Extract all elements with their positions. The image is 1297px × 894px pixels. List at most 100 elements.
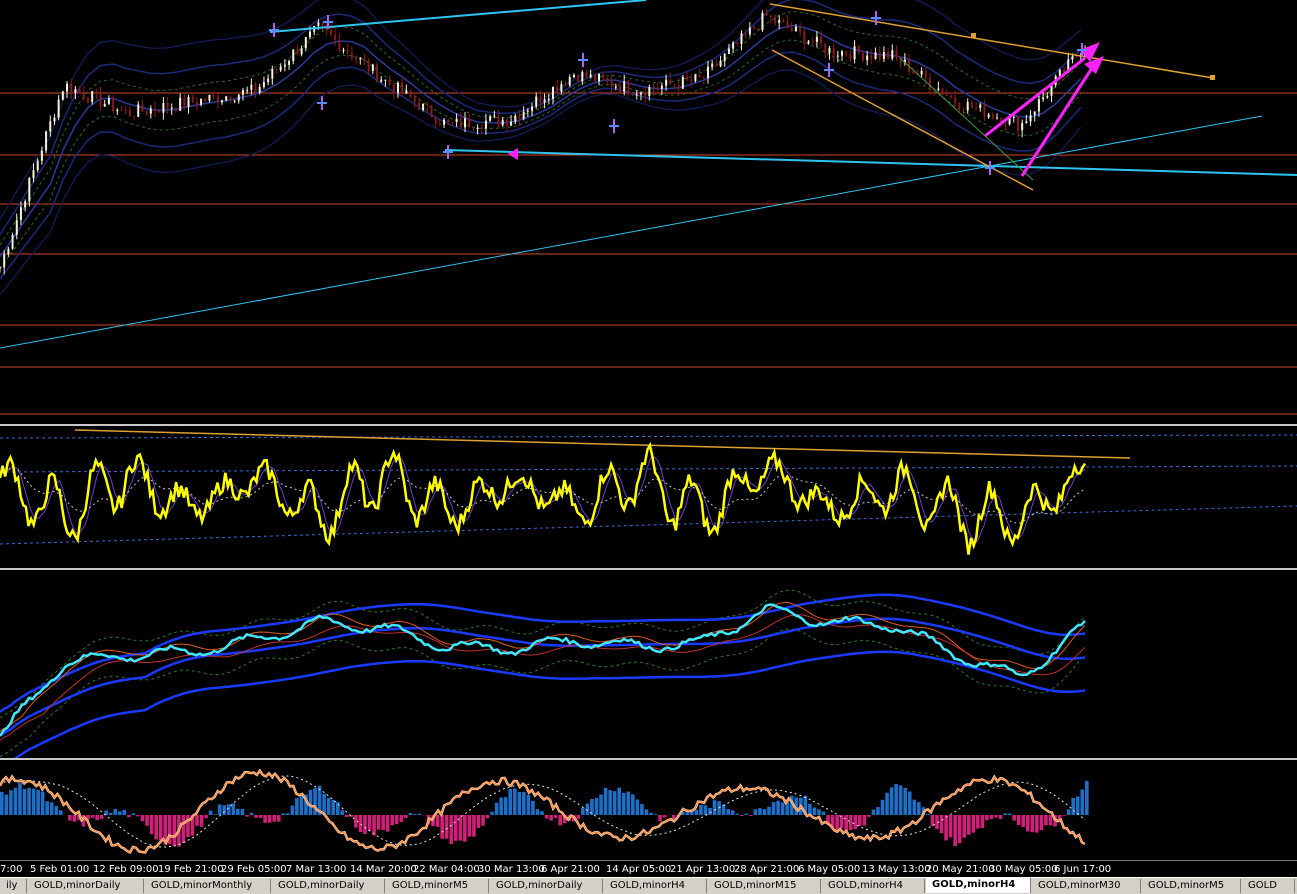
candle-body (225, 96, 227, 100)
candle-body (343, 50, 345, 51)
price-pane[interactable] (0, 0, 1297, 424)
histogram-bar (976, 815, 980, 828)
histogram-bar (14, 788, 18, 815)
chart-tab[interactable]: GOLD,minorDaily (28, 879, 144, 893)
band-line (0, 26, 1081, 257)
candle-body (849, 55, 851, 60)
oscillator-pane-1[interactable] (0, 426, 1297, 568)
histogram-bar (1003, 813, 1007, 815)
histogram-bar (204, 815, 208, 818)
histogram-bar (418, 814, 422, 815)
time-axis: 7:00 5 Feb 01:00 12 Feb 09:00 19 Feb 21:… (0, 860, 1297, 878)
histogram-bar (141, 815, 145, 821)
histogram-bar (536, 809, 540, 815)
channel-green-line[interactable] (900, 58, 1033, 180)
candle-body (724, 54, 726, 61)
magenta-arrow-lower[interactable] (1022, 68, 1092, 176)
histogram-bar (731, 810, 735, 815)
candle-body (510, 122, 512, 126)
candle-body (472, 127, 474, 128)
histogram-bar (331, 800, 335, 815)
band-line (0, 0, 1081, 235)
oscillator-1-chart[interactable] (0, 426, 1297, 568)
histogram-bar (118, 811, 122, 815)
candle-body (690, 79, 692, 81)
chart-tab[interactable]: GOLD,minorM30 (1032, 879, 1141, 893)
histogram-bar (150, 815, 154, 834)
histogram-bar (236, 809, 240, 815)
histogram-bar (281, 813, 285, 815)
candle-body (389, 80, 391, 85)
candle-body (167, 103, 169, 108)
chart-tab-active[interactable]: GOLD,minorH4 (926, 878, 1031, 893)
price-chart[interactable] (0, 0, 1297, 424)
histogram-bar (944, 815, 948, 840)
histogram-bar (123, 810, 127, 815)
trendline-anchor[interactable] (1210, 75, 1215, 80)
histogram-bar (617, 788, 621, 815)
oscillator-pane-3[interactable] (0, 760, 1297, 860)
histogram-bar (745, 814, 749, 815)
candle-body (720, 61, 722, 66)
chart-tab[interactable]: GOLD,minorM5 (386, 879, 489, 893)
horizontal-levels[interactable] (0, 93, 1297, 414)
candle-body (309, 32, 311, 37)
support-cyan-trendline[interactable] (445, 150, 1297, 175)
histogram-bar (100, 815, 104, 819)
histogram-bar (867, 815, 871, 817)
resistance-orange-trendline[interactable] (770, 4, 1213, 78)
chart-tab[interactable]: GOLD,minorMonthly (145, 879, 271, 893)
chart-tab[interactable]: GOLD,minorM15 (708, 879, 821, 893)
osc-orange-trendline[interactable] (75, 430, 1130, 458)
candle-body (104, 104, 106, 107)
time-axis-label: 6 Jun 17:00 (1054, 864, 1111, 875)
time-axis-label: 30 Mar 13:00 (478, 864, 545, 875)
histogram-bar (663, 815, 667, 817)
candle-body (493, 116, 495, 117)
oscillator-pane-2[interactable] (0, 570, 1297, 758)
histogram-bar (640, 804, 644, 815)
candle-body (477, 128, 479, 129)
candle-body (125, 110, 127, 111)
histogram-bar (136, 815, 140, 816)
chart-tab[interactable]: GOLD,minorM5 (1142, 879, 1241, 893)
candle-body (845, 51, 847, 54)
chart-tab[interactable]: GOLD,minorH4 (822, 879, 925, 893)
candle-body (150, 108, 152, 113)
candle-body (895, 50, 897, 57)
trendline-anchor[interactable] (971, 33, 976, 38)
oscillator-2-chart[interactable] (0, 570, 1297, 758)
chart-tab[interactable]: GOLD,minorDaily (490, 879, 603, 893)
candle-body (996, 118, 998, 119)
histogram-bar (1071, 798, 1075, 815)
histogram-bar (967, 815, 971, 835)
chart-tab[interactable]: ily (0, 879, 27, 893)
candle-body (405, 91, 407, 94)
candle-body (833, 48, 835, 56)
candle-body (45, 131, 47, 150)
long-uptrend-line[interactable] (0, 116, 1262, 348)
histogram-bar (608, 790, 612, 815)
magenta-arrow-upper[interactable] (985, 58, 1085, 136)
candle-body (284, 65, 286, 67)
histogram-bar (286, 813, 290, 815)
histogram-bar (972, 815, 976, 833)
osc2-main-line (0, 605, 1085, 736)
chart-tab[interactable]: GOLD (1242, 879, 1295, 893)
candle-body (255, 85, 257, 93)
histogram-bar (899, 785, 903, 815)
histogram-bar (849, 815, 853, 830)
chart-tab[interactable]: GOLD,minorH4 (604, 879, 707, 893)
oscillator-3-chart[interactable] (0, 760, 1297, 860)
candle-body (640, 93, 642, 95)
histogram-bar (195, 815, 199, 826)
histogram-bar (109, 813, 113, 815)
candle-body (552, 87, 554, 99)
candle-body (611, 80, 613, 86)
chart-tab[interactable]: GOLD,minorDaily (272, 879, 385, 893)
histogram-bar (595, 798, 599, 815)
candle-body (657, 89, 659, 90)
candle-body (799, 27, 801, 32)
trendlines[interactable] (0, 0, 1297, 348)
histogram-bar (858, 815, 862, 826)
